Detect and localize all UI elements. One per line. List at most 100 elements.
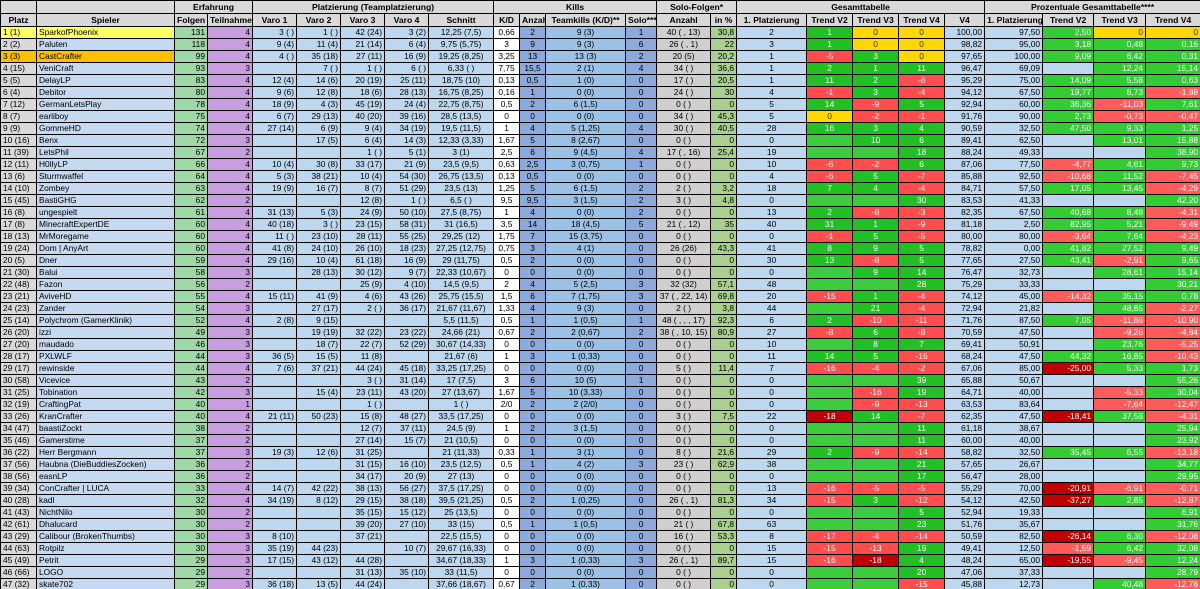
table-cell[interactable]: 2 — [519, 254, 547, 267]
table-cell[interactable]: 3 — [519, 242, 547, 255]
table-cell[interactable]: 1,5 — [493, 290, 521, 303]
table-cell[interactable]: 61 (18) — [340, 254, 385, 267]
table-cell[interactable]: 0 ( ) — [656, 350, 712, 363]
table-cell[interactable]: 57,65 — [944, 458, 986, 471]
table-cell[interactable]: 0,5 — [493, 494, 521, 507]
table-cell[interactable]: 49,33 — [984, 146, 1044, 159]
table-cell[interactable]: 24 (10) — [296, 242, 341, 255]
table-cell[interactable] — [806, 566, 854, 579]
table-cell[interactable]: 36 — [174, 470, 208, 483]
table-cell[interactable]: 0 — [898, 26, 946, 39]
table-cell[interactable]: 0 (0) — [545, 206, 627, 219]
table-cell[interactable]: 0 (0) — [545, 506, 627, 519]
table-cell[interactable]: 0 — [519, 470, 547, 483]
table-cell[interactable]: DelayLP — [36, 74, 175, 87]
table-cell[interactable]: 2 — [625, 50, 658, 63]
table-cell[interactable]: 25 (14) — [0, 314, 37, 327]
table-cell[interactable]: 9,65 — [1145, 254, 1200, 267]
table-cell[interactable]: 9,73 — [1145, 158, 1200, 171]
table-cell[interactable]: -12,87 — [1145, 494, 1200, 507]
table-cell[interactable]: 37 (56) — [0, 458, 37, 471]
table-cell[interactable]: 26 ( , 1) — [656, 554, 712, 567]
table-cell[interactable]: 5 (1,25) — [545, 122, 627, 135]
table-cell[interactable] — [806, 422, 854, 435]
table-cell[interactable]: 65,00 — [984, 554, 1044, 567]
table-cell[interactable]: 0,5 — [493, 518, 521, 531]
table-cell[interactable]: 4 ( ) — [252, 50, 297, 63]
table-cell[interactable]: 0 — [625, 434, 658, 447]
table-cell[interactable]: 3 — [207, 350, 253, 363]
table-cell[interactable]: 3 — [519, 554, 547, 567]
table-cell[interactable]: 82,95 — [1042, 218, 1095, 231]
table-cell[interactable]: Zander — [36, 302, 175, 315]
table-cell[interactable]: 25 (9) — [340, 278, 385, 291]
table-cell[interactable]: 5 — [898, 242, 946, 255]
column-header[interactable]: V4 — [944, 13, 986, 27]
table-cell[interactable]: 42 — [174, 386, 208, 399]
table-cell[interactable]: 30 — [174, 506, 208, 519]
table-cell[interactable]: -4,29 — [1145, 182, 1200, 195]
table-cell[interactable] — [296, 566, 341, 579]
table-cell[interactable]: 100,00 — [944, 26, 986, 39]
table-cell[interactable]: 96,47 — [944, 62, 986, 75]
table-cell[interactable]: 4 (15) — [0, 62, 37, 75]
table-cell[interactable]: 0 ( ) — [656, 470, 712, 483]
table-cell[interactable]: 4 — [519, 122, 547, 135]
table-cell[interactable]: 30 ( ) — [656, 122, 712, 135]
table-cell[interactable]: -6,91 — [1093, 482, 1147, 495]
table-cell[interactable]: 56 (27) — [384, 482, 429, 495]
table-cell[interactable]: 0 — [710, 578, 738, 589]
table-cell[interactable]: -18,41 — [1042, 410, 1095, 423]
table-cell[interactable]: 1 — [806, 26, 854, 39]
table-cell[interactable]: 3 (0,75) — [545, 158, 627, 171]
table-cell[interactable]: 4 — [519, 206, 547, 219]
table-cell[interactable]: -10 — [852, 314, 900, 327]
table-cell[interactable]: 28 (13) — [384, 86, 429, 99]
table-cell[interactable]: 78 — [174, 98, 208, 111]
table-cell[interactable]: 0 — [625, 242, 658, 255]
table-cell[interactable]: 7,64 — [1093, 230, 1147, 243]
table-cell[interactable]: 50,91 — [984, 338, 1044, 351]
table-cell[interactable]: 62,35 — [944, 410, 986, 423]
table-cell[interactable]: 1 (0,33) — [545, 554, 627, 567]
table-cell[interactable]: 2 — [207, 434, 253, 447]
table-cell[interactable]: 0 — [625, 506, 658, 519]
table-cell[interactable]: 2 — [493, 278, 521, 291]
table-cell[interactable]: 19,33 — [984, 506, 1044, 519]
table-cell[interactable]: 14 — [806, 98, 854, 111]
table-cell[interactable]: 52 (29) — [384, 338, 429, 351]
column-header[interactable]: in % — [710, 13, 738, 27]
table-cell[interactable]: 48,24 — [944, 554, 986, 567]
table-cell[interactable]: 2 (1) — [545, 62, 627, 75]
table-cell[interactable]: 47,06 — [944, 566, 986, 579]
table-cell[interactable]: 8 (2,67) — [545, 134, 627, 147]
table-cell[interactable]: -5,25 — [1145, 338, 1200, 351]
table-cell[interactable]: 41,82 — [1042, 242, 1095, 255]
table-cell[interactable]: 37 — [174, 446, 208, 459]
table-cell[interactable]: 80,00 — [984, 230, 1044, 243]
table-cell[interactable]: 6 — [625, 38, 658, 51]
table-cell[interactable]: 36,36 — [1042, 98, 1095, 111]
table-cell[interactable]: 1 — [207, 398, 253, 411]
table-cell[interactable]: -3 — [898, 206, 946, 219]
table-cell[interactable]: -4,31 — [1145, 410, 1200, 423]
table-cell[interactable]: 3 — [207, 338, 253, 351]
table-cell[interactable]: -2 — [852, 158, 900, 171]
column-header[interactable]: Platz — [0, 13, 37, 27]
table-cell[interactable]: 1 ( ) — [427, 398, 495, 411]
table-cell[interactable]: 0 ( ) — [656, 158, 712, 171]
table-cell[interactable]: 97,50 — [984, 26, 1044, 39]
table-cell[interactable]: 22 (48) — [0, 278, 37, 291]
table-cell[interactable]: 44 — [174, 350, 208, 363]
table-cell[interactable]: 32 (32) — [656, 278, 712, 291]
table-cell[interactable]: 28 (11) — [340, 230, 385, 243]
table-cell[interactable]: 0 — [625, 362, 658, 375]
table-cell[interactable]: 54,12 — [944, 494, 986, 507]
table-cell[interactable]: ConCrafter | LUCA — [36, 482, 175, 495]
table-cell[interactable]: 6,30 — [1093, 530, 1147, 543]
table-cell[interactable]: 22 — [736, 410, 808, 423]
table-cell[interactable]: 23 ( ) — [656, 458, 712, 471]
table-cell[interactable]: 6 (1,5) — [545, 98, 627, 111]
table-cell[interactable]: 0 (0) — [545, 410, 627, 423]
table-cell[interactable]: -5 — [898, 230, 946, 243]
